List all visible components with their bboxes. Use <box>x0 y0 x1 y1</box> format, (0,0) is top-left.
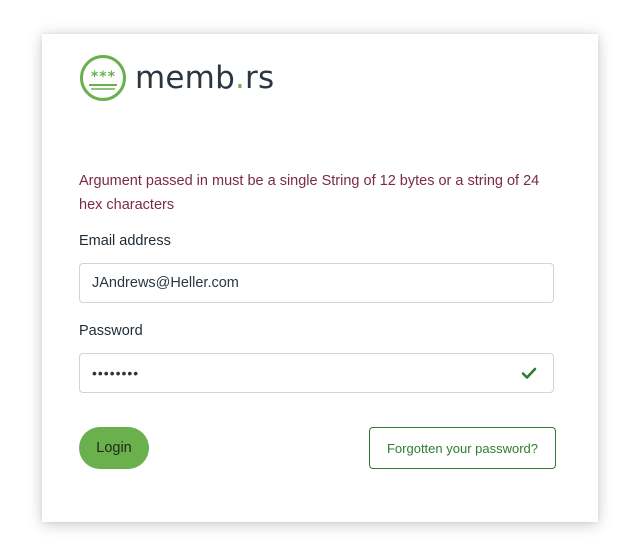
brand-name: memb.rs <box>135 60 274 96</box>
email-field[interactable]: JAndrews@Heller.com <box>79 263 554 303</box>
brand-name-main: memb <box>135 60 235 96</box>
forgot-password-button[interactable]: Forgotten your password? <box>369 427 556 469</box>
brand-logo: *** memb.rs <box>79 54 274 102</box>
login-card: *** memb.rs Argument passed in must be a… <box>42 34 598 522</box>
email-label: Email address <box>79 233 171 249</box>
brand-name-dot: . <box>234 60 246 96</box>
login-button[interactable]: Login <box>79 427 149 469</box>
password-label: Password <box>79 323 143 339</box>
password-field[interactable]: •••••••• <box>79 353 554 393</box>
email-value: JAndrews@Heller.com <box>92 275 239 291</box>
password-value: •••••••• <box>92 365 140 381</box>
logo-glyphs: *** <box>90 69 115 85</box>
checkmark-icon <box>521 367 537 379</box>
asterisk-badge-icon: *** <box>80 55 126 101</box>
brand-name-tail: rs <box>245 60 275 96</box>
error-message: Argument passed in must be a single Stri… <box>79 173 540 213</box>
